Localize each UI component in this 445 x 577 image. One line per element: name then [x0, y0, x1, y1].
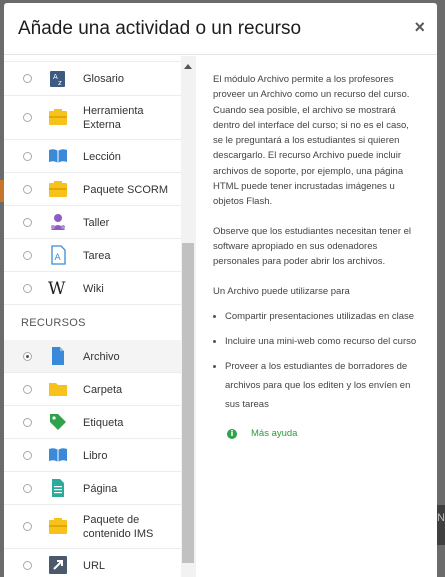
radio-button[interactable]: [23, 451, 32, 460]
option-label: Archivo: [83, 351, 120, 363]
dialog-title: Añade una actividad o un recurso: [18, 18, 302, 39]
option-pagina[interactable]: Página: [4, 472, 181, 505]
option-taller[interactable]: Taller: [4, 206, 181, 239]
option-label: Glosario: [83, 73, 124, 85]
wiki-icon: W: [48, 279, 66, 298]
option-label: Herramienta Externa: [83, 105, 144, 131]
option-paquete-scorm[interactable]: Paquete SCORM: [4, 173, 181, 206]
option-label: Paquete de contenido IMS: [83, 514, 154, 540]
scroll-up-arrow-icon[interactable]: [184, 64, 192, 69]
svg-text:W: W: [48, 279, 66, 298]
option-etiqueta[interactable]: Etiqueta: [4, 406, 181, 439]
description-paragraph: Un Archivo puede utilizarse para: [213, 285, 350, 297]
book-icon: [49, 448, 67, 462]
module-list: A z Glosario Herramienta Externa Lección…: [4, 56, 181, 577]
label-icon: [50, 414, 66, 430]
option-label: Paquete SCORM: [83, 184, 168, 196]
option-label: Libro: [83, 450, 108, 462]
option-paquete-ims[interactable]: Paquete de contenido IMS: [4, 505, 181, 549]
list-item: Incluire una mini-web como recurso del c…: [213, 332, 421, 351]
url-icon: [49, 556, 67, 574]
option-leccion[interactable]: Lección: [4, 140, 181, 173]
radio-button[interactable]: [23, 385, 32, 394]
assignment-icon: A: [51, 245, 66, 265]
more-help-link[interactable]: i Más ayuda: [227, 426, 421, 441]
option-label: URL: [83, 560, 106, 572]
option-carpeta[interactable]: Carpeta: [4, 373, 181, 406]
lesson-icon: [49, 149, 67, 163]
svg-text:A: A: [55, 253, 62, 263]
list-item: Compartir presentaciones utilizadas en c…: [213, 307, 421, 326]
description-text: El módulo Archivo permite a los profesor…: [213, 72, 421, 299]
radio-button[interactable]: [23, 185, 32, 194]
add-activity-dialog: Añade una actividad o un recurso × A z G…: [4, 3, 437, 577]
radio-button[interactable]: [23, 561, 32, 570]
option-label: Wiki: [83, 283, 104, 295]
workshop-icon: [51, 214, 65, 230]
option-glosario[interactable]: A z Glosario: [4, 62, 181, 96]
description-paragraph: Observe que los estudiantes necesitan te…: [213, 225, 412, 268]
close-icon[interactable]: ×: [414, 17, 425, 38]
radio-button[interactable]: [23, 113, 32, 122]
resources-section-header: RECURSOS: [21, 317, 86, 329]
option-label: Página: [83, 483, 118, 495]
module-description: El módulo Archivo permite a los profesor…: [197, 56, 437, 577]
glossary-icon: A z: [50, 70, 65, 87]
backdrop-text: N: [437, 512, 445, 524]
option-label: Carpeta: [83, 384, 123, 396]
option-label: Etiqueta: [83, 417, 124, 429]
scrollbar-thumb[interactable]: [182, 243, 194, 563]
ims-package-icon: [49, 518, 67, 534]
radio-button-selected[interactable]: [23, 352, 32, 361]
radio-button[interactable]: [23, 484, 32, 493]
folder-icon: [49, 383, 67, 396]
radio-button[interactable]: [23, 74, 32, 83]
external-tool-icon: [49, 109, 67, 125]
option-label: Tarea: [83, 250, 111, 262]
option-url[interactable]: URL: [4, 549, 181, 577]
radio-button[interactable]: [23, 152, 32, 161]
radio-button[interactable]: [23, 284, 32, 293]
more-help-label[interactable]: Más ayuda: [251, 426, 297, 441]
scorm-package-icon: [49, 181, 67, 197]
uses-list: Compartir presentaciones utilizadas en c…: [213, 307, 421, 414]
dialog-header: Añade una actividad o un recurso ×: [4, 3, 437, 55]
radio-button[interactable]: [23, 251, 32, 260]
option-label: Taller: [83, 217, 110, 229]
option-libro[interactable]: Libro: [4, 439, 181, 472]
file-icon: [52, 347, 64, 365]
page-icon: [52, 479, 64, 497]
svg-text:z: z: [58, 79, 62, 87]
option-label: Lección: [83, 151, 121, 163]
list-scrollbar[interactable]: [181, 56, 196, 577]
option-tarea[interactable]: A Tarea: [4, 239, 181, 272]
option-herramienta-externa[interactable]: Herramienta Externa: [4, 96, 181, 140]
description-paragraph: El módulo Archivo permite a los profesor…: [213, 74, 410, 208]
radio-button[interactable]: [23, 418, 32, 427]
radio-button[interactable]: [23, 522, 32, 531]
option-archivo[interactable]: Archivo: [4, 340, 181, 373]
radio-button[interactable]: [23, 218, 32, 227]
list-item: Proveer a los estudiantes de borradores …: [213, 357, 421, 414]
info-icon: i: [227, 428, 237, 439]
module-chooser: A z Glosario Herramienta Externa Lección…: [4, 56, 196, 577]
option-wiki[interactable]: W Wiki: [4, 272, 181, 305]
